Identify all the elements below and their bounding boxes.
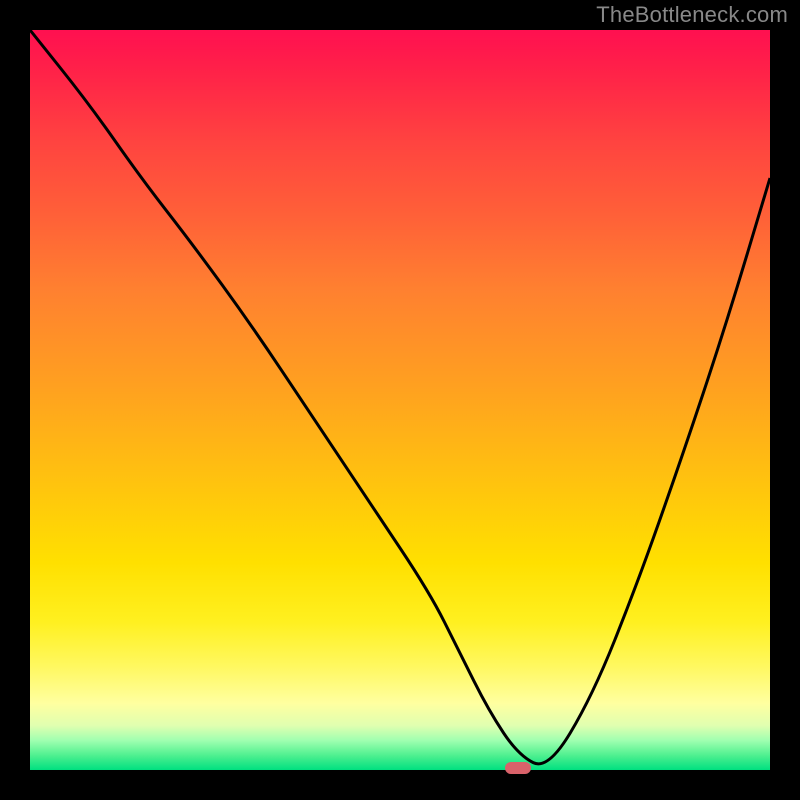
chart-container: TheBottleneck.com bbox=[0, 0, 800, 800]
watermark-text: TheBottleneck.com bbox=[596, 2, 788, 28]
optimal-marker bbox=[505, 762, 531, 774]
curve-layer bbox=[30, 30, 770, 770]
plot-area bbox=[30, 30, 770, 770]
bottleneck-curve bbox=[30, 30, 770, 764]
